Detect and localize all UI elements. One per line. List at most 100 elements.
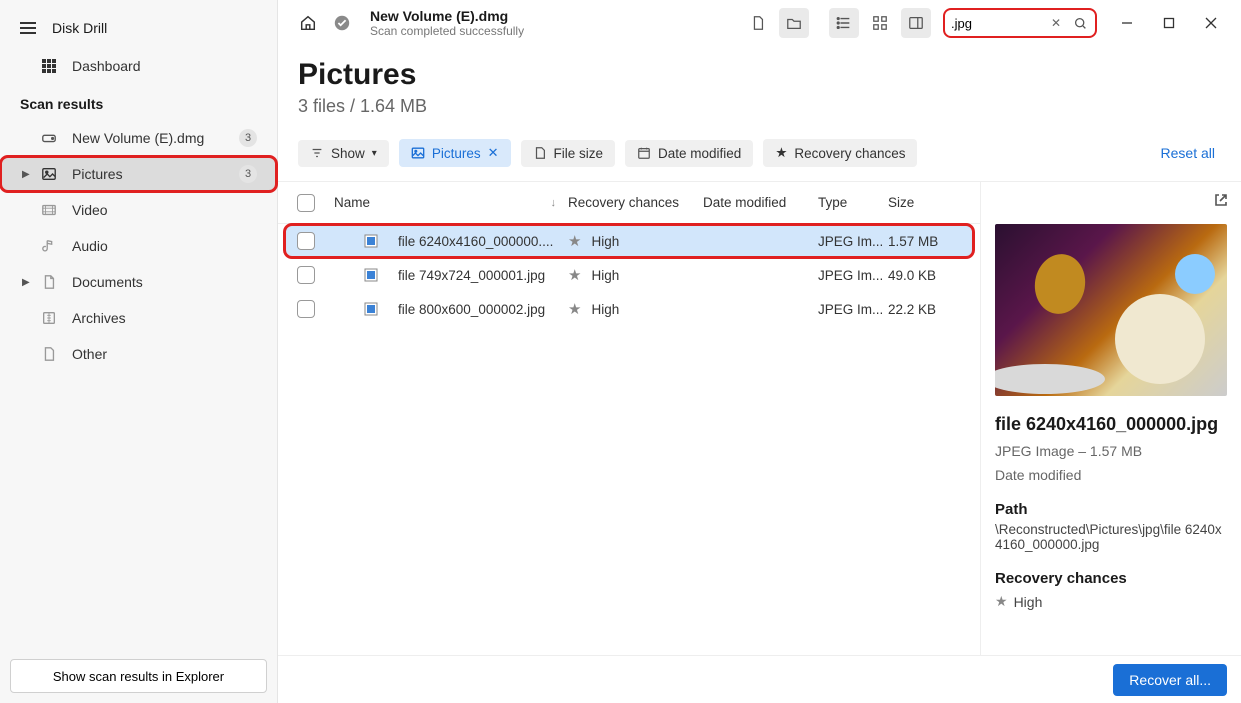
show-in-explorer-button[interactable]: Show scan results in Explorer [10, 659, 267, 693]
file-table: Name↓ Recovery chances Date modified Typ… [278, 182, 981, 655]
list-view-icon[interactable] [829, 8, 859, 38]
main: New Volume (E).dmg Scan completed succes… [278, 0, 1241, 703]
search-container: ✕ [943, 8, 1097, 38]
table-row[interactable]: file 800x600_000002.jpg ★High JPEG Im...… [278, 292, 980, 326]
subtitle: Scan completed successfully [370, 24, 524, 38]
sidebar-item-pictures[interactable]: ▶ Pictures 3 [0, 156, 277, 192]
jpeg-icon [362, 266, 380, 284]
table-row[interactable]: file 749x724_000001.jpg ★High JPEG Im...… [278, 258, 980, 292]
file-view-icon[interactable] [743, 8, 773, 38]
file-icon [40, 345, 58, 363]
count-badge: 3 [239, 129, 257, 147]
show-filter[interactable]: Show ▾ [298, 140, 389, 167]
sidebar-item-dashboard[interactable]: Dashboard [0, 48, 277, 84]
row-checkbox[interactable] [297, 300, 315, 318]
folder-view-icon[interactable] [779, 8, 809, 38]
sidebar-item-archives[interactable]: Archives [0, 300, 277, 336]
file-name: file 749x724_000001.jpg [398, 268, 545, 283]
sidebar-item-volume[interactable]: New Volume (E).dmg 3 [0, 120, 277, 156]
recovery-filter[interactable]: ★ Recovery chances [763, 139, 917, 167]
filesize-filter[interactable]: File size [521, 140, 616, 167]
image-icon [40, 165, 58, 183]
preview-image [995, 224, 1227, 396]
sidebar-item-label: Dashboard [72, 58, 141, 74]
titlebar: New Volume (E).dmg Scan completed succes… [278, 0, 1241, 46]
sidebar-section-title: Scan results [0, 84, 277, 120]
col-size[interactable]: Size [888, 195, 972, 210]
sidebar-item-label: Documents [72, 274, 143, 290]
sidebar-item-video[interactable]: Video [0, 192, 277, 228]
clear-search-icon[interactable]: ✕ [1047, 14, 1065, 32]
grid-view-icon[interactable] [865, 8, 895, 38]
row-checkbox[interactable] [297, 266, 315, 284]
pictures-filter[interactable]: Pictures ✕ [399, 139, 511, 167]
close-button[interactable] [1193, 8, 1229, 38]
preview-meta: JPEG Image – 1.57 MB [995, 443, 1227, 459]
jpeg-icon [362, 300, 380, 318]
sidebar-item-audio[interactable]: Audio [0, 228, 277, 264]
chevron-right-icon: ▶ [22, 169, 30, 180]
preview-path: \Reconstructed\Pictures\jpg\file 6240x41… [995, 522, 1227, 552]
home-icon[interactable] [298, 13, 318, 33]
col-name[interactable]: Name↓ [326, 195, 568, 210]
grid-icon [40, 57, 58, 75]
brand-text: Disk Drill [52, 20, 107, 36]
panel-view-icon[interactable] [901, 8, 931, 38]
filter-bar: Show ▾ Pictures ✕ File size Date modifie… [278, 125, 1241, 182]
reset-all-link[interactable]: Reset all [1161, 145, 1221, 161]
star-icon: ★ [775, 145, 787, 161]
search-input[interactable] [951, 16, 1041, 31]
audio-icon [40, 237, 58, 255]
maximize-button[interactable] [1151, 8, 1187, 38]
brand-row: Disk Drill [0, 8, 277, 48]
sidebar-item-label: Video [72, 202, 108, 218]
sidebar: Disk Drill Dashboard Scan results New Vo… [0, 0, 278, 703]
sidebar-item-documents[interactable]: ▶ Documents [0, 264, 277, 300]
check-circle-icon[interactable] [332, 13, 352, 33]
menu-icon[interactable] [20, 22, 36, 34]
row-checkbox[interactable] [297, 232, 315, 250]
preview-date-label: Date modified [995, 467, 1227, 483]
recover-all-button[interactable]: Recover all... [1113, 664, 1227, 696]
sidebar-item-label: Audio [72, 238, 108, 254]
document-icon [40, 273, 58, 291]
remove-filter-icon[interactable]: ✕ [488, 145, 499, 161]
sort-desc-icon: ↓ [551, 197, 557, 209]
page-title: Pictures [298, 58, 1221, 92]
jpeg-icon [362, 232, 380, 250]
file-name: file 6240x4160_000000.... [398, 234, 553, 249]
minimize-button[interactable] [1109, 8, 1145, 38]
footer: Recover all... [278, 655, 1241, 703]
page-subtitle: 3 files / 1.64 MB [298, 96, 1221, 117]
star-icon: ★ [568, 267, 581, 284]
chevron-down-icon: ▾ [372, 148, 377, 159]
date-filter[interactable]: Date modified [625, 140, 753, 167]
star-icon: ★ [995, 593, 1008, 610]
table-header: Name↓ Recovery chances Date modified Typ… [278, 182, 980, 224]
sidebar-item-other[interactable]: Other [0, 336, 277, 372]
star-icon: ★ [568, 301, 581, 318]
star-icon: ★ [568, 233, 581, 250]
preview-rc-label: Recovery chances [995, 570, 1227, 587]
col-date[interactable]: Date modified [703, 195, 818, 210]
col-recovery[interactable]: Recovery chances [568, 195, 703, 210]
open-external-icon[interactable] [1213, 192, 1229, 208]
search-icon[interactable] [1071, 14, 1089, 32]
table-row[interactable]: file 6240x4160_000000.... ★High JPEG Im.… [284, 224, 974, 258]
chevron-right-icon: ▶ [22, 277, 30, 288]
sidebar-item-label: Pictures [72, 166, 123, 182]
sidebar-item-label: Other [72, 346, 107, 362]
sidebar-item-label: Archives [72, 310, 126, 326]
archive-icon [40, 309, 58, 327]
title: New Volume (E).dmg [370, 8, 524, 24]
preview-title: file 6240x4160_000000.jpg [995, 414, 1227, 435]
preview-path-label: Path [995, 501, 1227, 518]
drive-icon [40, 129, 58, 147]
preview-panel: file 6240x4160_000000.jpg JPEG Image – 1… [981, 182, 1241, 655]
count-badge: 3 [239, 165, 257, 183]
select-all-checkbox[interactable] [297, 194, 315, 212]
sidebar-item-label: New Volume (E).dmg [72, 130, 204, 146]
file-name: file 800x600_000002.jpg [398, 302, 545, 317]
col-type[interactable]: Type [818, 195, 888, 210]
video-icon [40, 201, 58, 219]
